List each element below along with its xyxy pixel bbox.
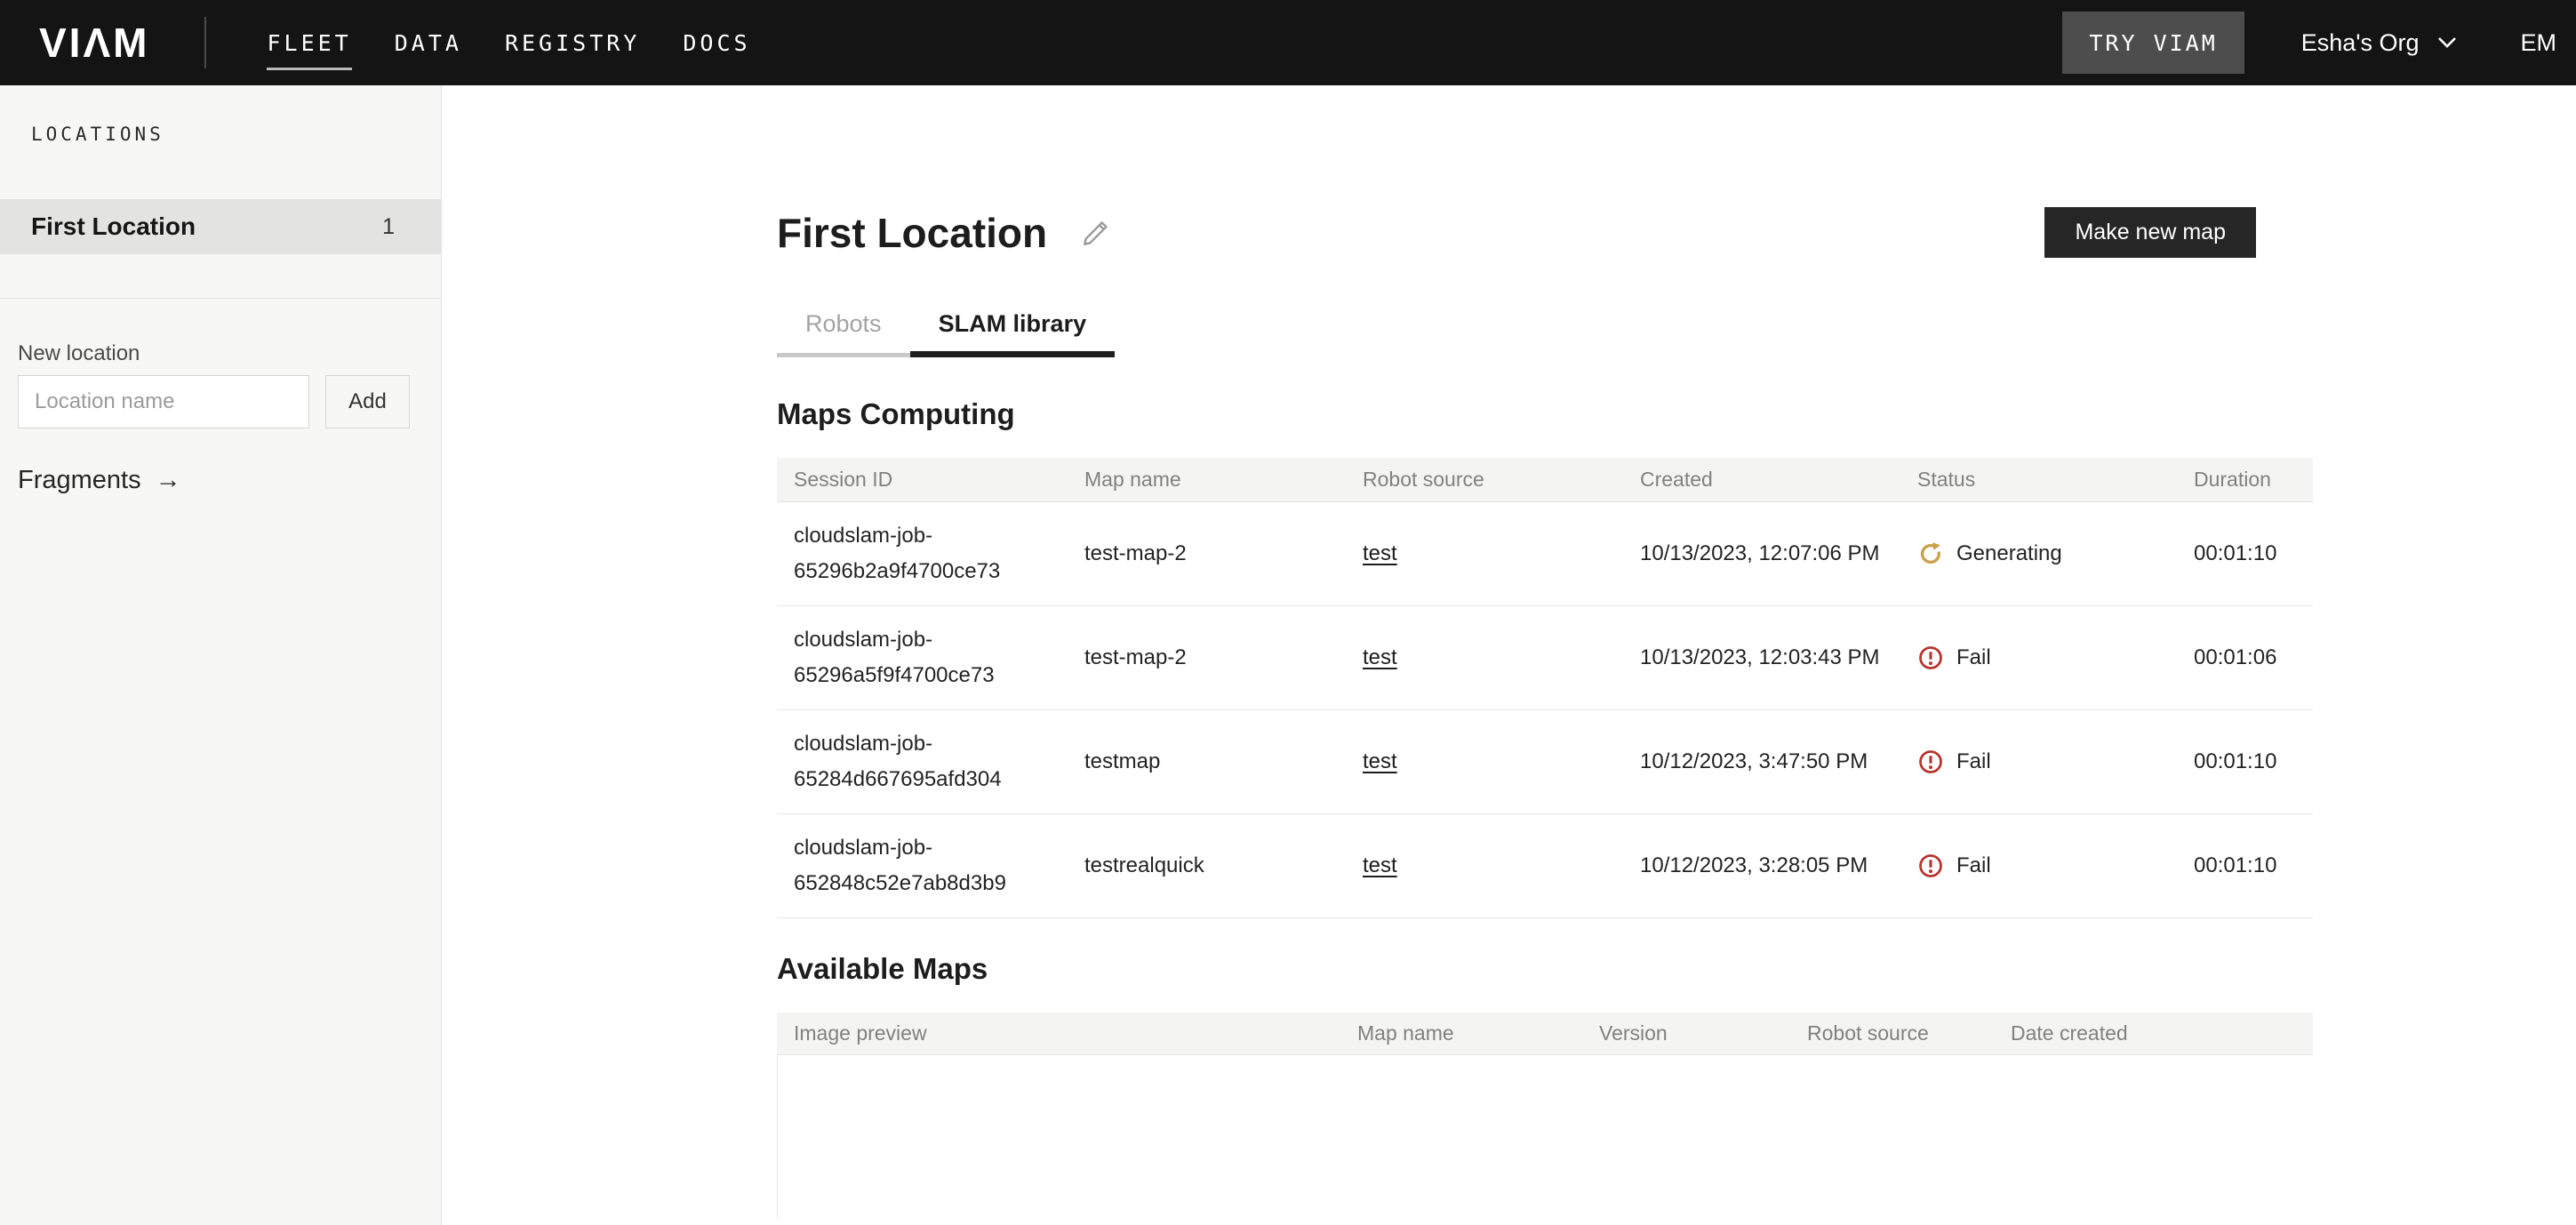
location-name: First Location bbox=[31, 212, 196, 241]
created-cell: 10/12/2023, 3:47:50 PM bbox=[1623, 744, 1900, 780]
created-cell: 10/13/2023, 12:03:43 PM bbox=[1623, 640, 1900, 676]
column-header-map-name: Map name bbox=[1068, 468, 1346, 492]
session-id-cell: cloudslam-job-65296b2a9f4700ce73 bbox=[777, 518, 1068, 589]
robot-source-cell: test bbox=[1346, 744, 1623, 780]
user-avatar[interactable]: EM bbox=[2521, 29, 2557, 57]
generating-refresh-icon bbox=[1917, 540, 1944, 567]
robot-source-link[interactable]: test bbox=[1363, 645, 1397, 669]
nav-item-data[interactable]: DATA bbox=[395, 0, 462, 85]
try-viam-button[interactable]: TRY VIAM bbox=[2062, 12, 2244, 74]
status-label: Fail bbox=[1956, 645, 1991, 671]
fail-alert-icon bbox=[1917, 853, 1944, 879]
session-id-cell: cloudslam-job-652848c52e7ab8d3b9 bbox=[777, 830, 1068, 901]
column-header-created: Created bbox=[1623, 468, 1900, 492]
table-row: cloudslam-job-65284d667695afd304 testmap… bbox=[777, 710, 2313, 814]
robot-source-cell: test bbox=[1346, 848, 1623, 884]
duration-cell: 00:01:10 bbox=[2177, 744, 2313, 780]
map-name-cell: test-map-2 bbox=[1068, 640, 1346, 676]
table-row: cloudslam-job-652848c52e7ab8d3b9 testrea… bbox=[777, 814, 2313, 918]
available-maps-table: Image preview Map name Version Robot sou… bbox=[777, 1013, 2313, 1219]
new-location-section: New location Add bbox=[0, 299, 441, 428]
tab-slam-library[interactable]: SLAM library bbox=[910, 310, 1116, 357]
edit-pencil-icon[interactable] bbox=[1081, 218, 1111, 248]
top-navigation-bar: VIΛM FLEET DATA REGISTRY DOCS TRY VIAM E… bbox=[0, 0, 2576, 85]
session-id-cell: cloudslam-job-65296a5f9f4700ce73 bbox=[777, 622, 1068, 693]
chevron-down-icon bbox=[2437, 36, 2457, 49]
fragments-link[interactable]: Fragments → bbox=[18, 466, 181, 495]
duration-cell: 00:01:06 bbox=[2177, 640, 2313, 676]
robot-source-link[interactable]: test bbox=[1363, 749, 1397, 773]
column-header-status: Status bbox=[1900, 468, 2177, 492]
available-maps-header-row: Image preview Map name Version Robot sou… bbox=[777, 1013, 2313, 1055]
maps-computing-table: Session ID Map name Robot source Created… bbox=[777, 458, 2313, 918]
nav-item-docs[interactable]: DOCS bbox=[683, 0, 750, 85]
created-cell: 10/13/2023, 12:07:06 PM bbox=[1623, 536, 1900, 572]
session-id-cell: cloudslam-job-65284d667695afd304 bbox=[777, 726, 1068, 797]
nav-item-fleet[interactable]: FLEET bbox=[267, 0, 351, 85]
arrow-right-icon: → bbox=[156, 466, 181, 495]
map-name-cell: testmap bbox=[1068, 744, 1346, 780]
fail-alert-icon bbox=[1917, 749, 1944, 775]
locations-sidebar: LOCATIONS First Location 1 New location … bbox=[0, 85, 442, 1225]
column-header-robot-source: Robot source bbox=[1346, 468, 1623, 492]
tab-bar: Robots SLAM library bbox=[777, 310, 2313, 357]
maps-computing-header-row: Session ID Map name Robot source Created… bbox=[777, 458, 2313, 502]
add-location-button[interactable]: Add bbox=[325, 375, 410, 428]
location-robot-count: 1 bbox=[382, 214, 395, 240]
org-name: Esha's Org bbox=[2301, 29, 2420, 57]
tab-robots[interactable]: Robots bbox=[777, 310, 910, 357]
map-name-cell: testrealquick bbox=[1068, 848, 1346, 884]
column-header-map-name: Map name bbox=[1340, 1021, 1582, 1045]
org-switcher[interactable]: Esha's Org bbox=[2301, 29, 2457, 57]
available-maps-heading: Available Maps bbox=[777, 952, 2313, 986]
nav-item-registry[interactable]: REGISTRY bbox=[505, 0, 640, 85]
robot-source-link[interactable]: test bbox=[1363, 853, 1397, 877]
map-name-cell: test-map-2 bbox=[1068, 536, 1346, 572]
maps-computing-heading: Maps Computing bbox=[777, 397, 2313, 431]
table-row: cloudslam-job-65296a5f9f4700ce73 test-ma… bbox=[777, 606, 2313, 710]
duration-cell: 00:01:10 bbox=[2177, 536, 2313, 572]
status-cell: Fail bbox=[1900, 645, 2177, 671]
main-content: First Location Make new map Robots SLAM … bbox=[442, 85, 2576, 1225]
status-label: Fail bbox=[1956, 749, 1991, 775]
status-cell: Fail bbox=[1900, 749, 2177, 775]
column-header-version: Version bbox=[1582, 1021, 1790, 1045]
location-name-input[interactable] bbox=[18, 375, 309, 428]
status-label: Fail bbox=[1956, 853, 1991, 879]
new-location-label: New location bbox=[18, 341, 423, 366]
nav-divider bbox=[204, 17, 206, 68]
status-label: Generating bbox=[1956, 540, 2062, 567]
fragments-label: Fragments bbox=[18, 466, 141, 495]
created-cell: 10/12/2023, 3:28:05 PM bbox=[1623, 848, 1900, 884]
column-header-date-created: Date created bbox=[1994, 1021, 2313, 1045]
robot-source-cell: test bbox=[1346, 640, 1623, 676]
status-cell: Fail bbox=[1900, 853, 2177, 879]
column-header-duration: Duration bbox=[2177, 468, 2313, 492]
duration-cell: 00:01:10 bbox=[2177, 848, 2313, 884]
fail-alert-icon bbox=[1917, 645, 1944, 671]
new-location-form: Add bbox=[18, 375, 423, 428]
sidebar-heading: LOCATIONS bbox=[0, 85, 441, 145]
page-title: First Location bbox=[777, 209, 1047, 257]
table-row: cloudslam-job-65296b2a9f4700ce73 test-ma… bbox=[777, 502, 2313, 606]
sidebar-item-first-location[interactable]: First Location 1 bbox=[0, 199, 441, 254]
robot-source-link[interactable]: test bbox=[1363, 541, 1397, 565]
maps-computing-body: cloudslam-job-65296b2a9f4700ce73 test-ma… bbox=[777, 502, 2313, 918]
status-cell: Generating bbox=[1900, 540, 2177, 567]
title-row: First Location Make new map bbox=[777, 207, 2313, 258]
column-header-robot-source: Robot source bbox=[1790, 1021, 1994, 1045]
primary-nav: FLEET DATA REGISTRY DOCS bbox=[267, 0, 750, 85]
viam-logo[interactable]: VIΛM bbox=[39, 19, 149, 67]
robot-source-cell: test bbox=[1346, 536, 1623, 572]
column-header-image-preview: Image preview bbox=[777, 1021, 1340, 1045]
column-header-session-id: Session ID bbox=[777, 468, 1068, 492]
make-new-map-button[interactable]: Make new map bbox=[2044, 207, 2256, 258]
available-maps-empty-body bbox=[777, 1055, 2313, 1219]
